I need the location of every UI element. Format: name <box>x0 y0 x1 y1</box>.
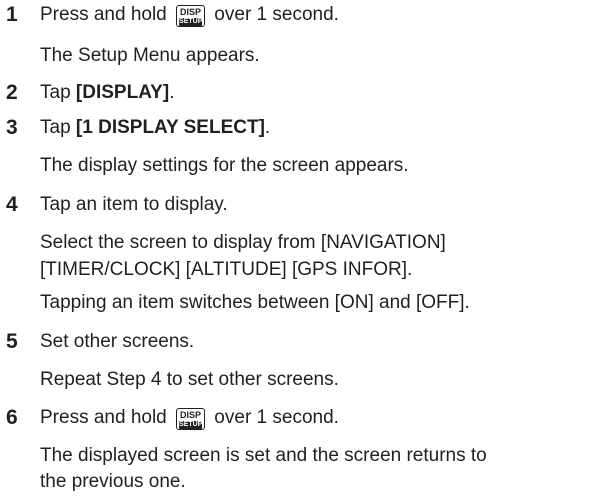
step-number: 1 <box>6 3 18 26</box>
instruction-text: Press and hold <box>40 407 173 428</box>
step-instruction: Tap an item to display. <box>40 194 228 215</box>
instruction-text: Press and hold <box>40 4 173 25</box>
step-number: 5 <box>6 330 18 353</box>
instruction-text: over 1 second. <box>209 407 339 428</box>
disp-setup-key-icon: DISP SETUP <box>176 5 206 27</box>
step-detail: [TIMER/CLOCK] [ALTITUDE] [GPS INFOR]. <box>40 259 413 280</box>
step-instruction: Press and hold DISP SETUP over 1 second. <box>40 404 339 432</box>
step-number: 3 <box>6 116 18 139</box>
instruction-text: . <box>264 117 271 138</box>
step-instruction: Press and hold DISP SETUP over 1 second. <box>40 1 339 29</box>
instruction-text: Tap <box>40 82 71 103</box>
step-instruction: Tap [DISPLAY]. <box>40 79 174 107</box>
step-detail: The Setup Menu appears. <box>40 45 260 66</box>
step-detail: Select the screen to display from [NAVIG… <box>40 232 446 253</box>
step-detail: The display settings for the screen appe… <box>40 155 409 176</box>
menu-item-reference: [DISPLAY] <box>75 82 170 103</box>
step-number: 2 <box>6 81 18 104</box>
instruction-text: over 1 second. <box>209 4 339 25</box>
step-detail: The displayed screen is set and the scre… <box>40 445 487 466</box>
instruction-text: Tap <box>40 117 71 138</box>
step-instruction: Set other screens. <box>40 331 195 352</box>
step-detail: Tapping an item switches between [ON] an… <box>40 292 470 313</box>
step-number: 4 <box>6 193 18 216</box>
disp-setup-key-icon: DISP SETUP <box>176 408 206 430</box>
step-detail: the previous one. <box>40 471 186 492</box>
step-instruction: Tap [1 DISPLAY SELECT]. <box>40 114 270 142</box>
step-detail: Repeat Step 4 to set other screens. <box>40 369 339 390</box>
menu-item-reference: [1 DISPLAY SELECT] <box>75 117 265 138</box>
instruction-text: . <box>169 82 175 103</box>
step-number: 6 <box>6 406 18 429</box>
